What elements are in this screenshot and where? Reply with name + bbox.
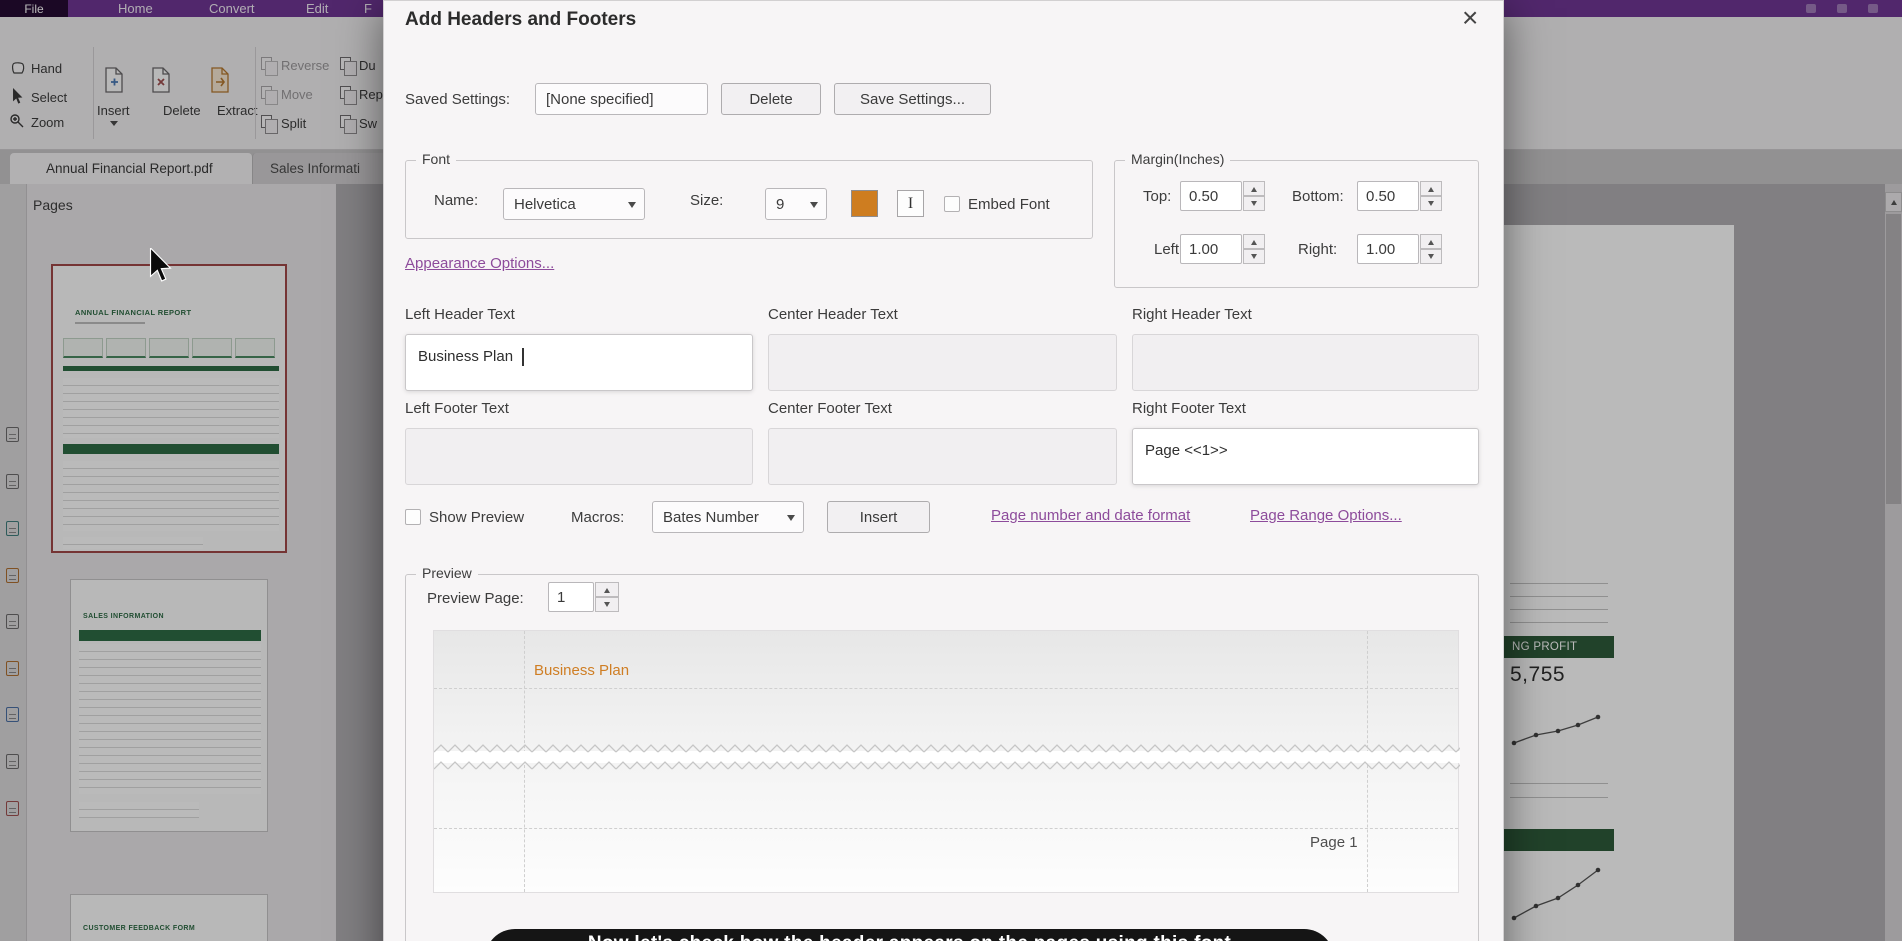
margin-top-label: Top: [1143, 188, 1171, 205]
margin-left-spinner: 1.00 [1180, 234, 1265, 264]
margin-left-value[interactable]: 1.00 [1180, 234, 1242, 264]
spinner-down-icon[interactable] [1420, 196, 1442, 211]
page-range-options-link[interactable]: Page Range Options... [1250, 507, 1402, 524]
margin-left-label: Left: [1154, 241, 1183, 258]
margin-right-value[interactable]: 1.00 [1357, 234, 1419, 264]
add-headers-footers-dialog: Add Headers and Footers × Saved Settings… [383, 0, 1504, 941]
margin-bottom-label: Bottom: [1292, 188, 1344, 205]
font-group-legend: Font [416, 151, 456, 167]
preview-header-text: Business Plan [534, 662, 629, 679]
tutorial-toast-text: Now let's check how the header appears o… [588, 933, 1231, 941]
right-footer-input[interactable]: Page <<1>> [1132, 428, 1479, 485]
spinner-up-icon[interactable] [1243, 181, 1265, 196]
embed-font-label: Embed Font [968, 196, 1050, 213]
delete-settings-button[interactable]: Delete [721, 83, 821, 115]
close-icon[interactable]: × [1462, 1, 1478, 35]
font-color-swatch[interactable] [851, 190, 878, 217]
saved-settings-value: [None specified] [546, 91, 654, 108]
spinner-down-icon[interactable] [1243, 196, 1265, 211]
top-margin-guide [434, 688, 1458, 689]
font-name-select[interactable]: Helvetica [503, 188, 645, 220]
saved-settings-select[interactable]: [None specified] [535, 83, 708, 115]
font-group: Font Name: Helvetica Size: 9 I Embed Fon… [405, 160, 1093, 239]
mouse-cursor-icon [148, 248, 172, 284]
right-footer-label: Right Footer Text [1132, 400, 1246, 417]
dialog-title: Add Headers and Footers [405, 9, 636, 31]
macros-select[interactable]: Bates Number [652, 501, 804, 533]
insert-macro-button[interactable]: Insert [827, 501, 930, 533]
tutorial-toast: Now let's check how the header appears o… [485, 929, 1334, 941]
spinner-up-icon[interactable] [595, 582, 619, 597]
spinner-down-icon[interactable] [1243, 249, 1265, 264]
margin-top-value[interactable]: 0.50 [1180, 181, 1242, 211]
margin-group: Margin(Inches) Top: 0.50 Bottom: 0.50 Le… [1114, 160, 1479, 288]
margin-top-spinner: 0.50 [1180, 181, 1265, 211]
right-header-input[interactable] [1132, 334, 1479, 391]
page-tear-zigzag [434, 743, 1460, 771]
text-style-button[interactable]: I [897, 190, 924, 217]
saved-settings-label: Saved Settings: [405, 91, 510, 108]
spinner-up-icon[interactable] [1420, 181, 1442, 196]
caret-down-icon [628, 202, 636, 212]
right-header-label: Right Header Text [1132, 306, 1252, 323]
margin-bottom-value[interactable]: 0.50 [1357, 181, 1419, 211]
preview-page-value[interactable]: 1 [548, 582, 594, 612]
left-footer-label: Left Footer Text [405, 400, 509, 417]
text-cursor [522, 348, 524, 366]
left-header-label: Left Header Text [405, 306, 515, 323]
caret-down-icon [787, 515, 795, 525]
spinner-up-icon[interactable] [1243, 234, 1265, 249]
embed-font-checkbox[interactable] [944, 196, 960, 212]
bottom-margin-guide [434, 828, 1458, 829]
preview-page-canvas: Business Plan Page 1 [433, 630, 1459, 893]
left-header-text: Business Plan [418, 348, 513, 365]
preview-page-label: Preview Page: [427, 590, 524, 607]
save-settings-button[interactable]: Save Settings... [834, 83, 991, 115]
font-size-value: 9 [776, 196, 784, 213]
caret-down-icon [810, 202, 818, 212]
preview-footer-text: Page 1 [1310, 834, 1358, 851]
margin-group-legend: Margin(Inches) [1125, 151, 1230, 167]
page-number-format-link[interactable]: Page number and date format [991, 507, 1190, 524]
margin-bottom-spinner: 0.50 [1357, 181, 1442, 211]
left-header-input[interactable]: Business Plan [405, 334, 753, 391]
preview-page-spinner: 1 [548, 582, 619, 612]
preview-group-legend: Preview [416, 565, 478, 581]
spinner-down-icon[interactable] [1420, 249, 1442, 264]
font-name-value: Helvetica [514, 196, 576, 213]
font-size-label: Size: [690, 192, 723, 209]
spinner-down-icon[interactable] [595, 597, 619, 612]
spinner-up-icon[interactable] [1420, 234, 1442, 249]
screen: File Home Convert Edit F Hand Select Zoo… [0, 0, 1902, 941]
right-footer-text: Page <<1>> [1145, 442, 1228, 459]
text-ibeam-icon: I [908, 195, 913, 213]
left-footer-input[interactable] [405, 428, 753, 485]
margin-right-spinner: 1.00 [1357, 234, 1442, 264]
center-header-label: Center Header Text [768, 306, 898, 323]
macros-label: Macros: [571, 509, 624, 526]
font-size-select[interactable]: 9 [765, 188, 827, 220]
font-name-label: Name: [434, 192, 478, 209]
center-footer-label: Center Footer Text [768, 400, 892, 417]
show-preview-checkbox[interactable] [405, 509, 421, 525]
appearance-options-link[interactable]: Appearance Options... [405, 255, 554, 272]
macros-value: Bates Number [663, 509, 759, 526]
center-header-input[interactable] [768, 334, 1117, 391]
show-preview-label: Show Preview [429, 509, 524, 526]
preview-group: Preview Preview Page: 1 Business Plan [405, 574, 1479, 941]
margin-right-label: Right: [1298, 241, 1337, 258]
center-footer-input[interactable] [768, 428, 1117, 485]
